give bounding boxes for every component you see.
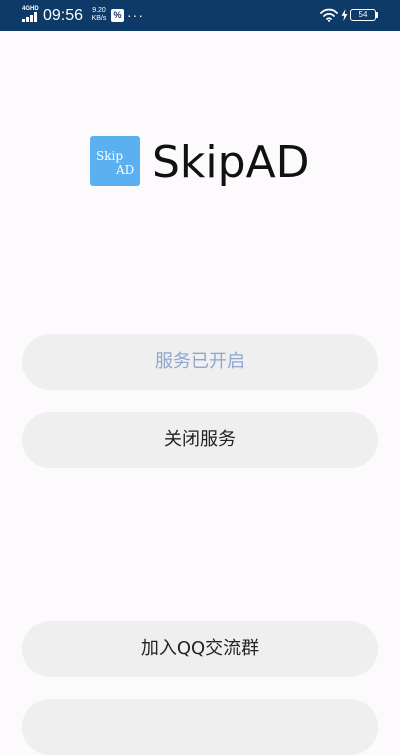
join-qq-group-button[interactable]: 加入QQ交流群	[22, 621, 378, 677]
charging-icon	[341, 9, 348, 21]
network-speed-unit: KB/s	[91, 15, 107, 22]
app-logo-icon: Skip AD	[90, 136, 140, 186]
logo-icon-line2: AD	[116, 163, 135, 177]
next-button[interactable]	[22, 699, 378, 755]
wifi-icon	[320, 8, 338, 22]
status-time: 09:56	[43, 7, 84, 24]
more-notifications-icon: ···	[127, 7, 144, 23]
network-speed-value: 9.20	[92, 7, 106, 14]
service-status-button[interactable]: 服务已开启	[22, 334, 378, 390]
signal-icon	[22, 12, 40, 22]
notification-app-icon: %	[111, 9, 124, 22]
stop-service-button[interactable]: 关闭服务	[22, 412, 378, 468]
battery-tip	[376, 12, 378, 18]
app-name: SkipAD	[152, 137, 310, 188]
status-bar: 4GHD 09:56 9.20 KB/s % ··· 54	[0, 0, 400, 31]
network-speed: 9.20 KB/s	[88, 7, 110, 23]
logo-icon-line1: Skip	[96, 149, 124, 163]
battery-icon: 54	[350, 9, 376, 21]
app-logo: Skip AD SkipAD	[90, 136, 330, 190]
